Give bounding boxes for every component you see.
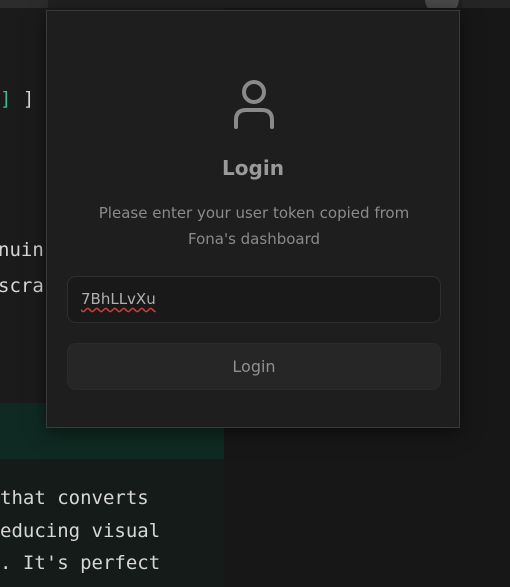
bg-code-line-3: scra [0,275,44,297]
bg-text-line-1: that converts [0,487,149,509]
login-button[interactable]: Login [67,343,441,390]
token-value: 7BhLLvXu [81,290,156,308]
popup-title: Login [222,156,284,180]
token-input[interactable]: 7BhLLvXu [67,276,441,323]
top-strip-right [462,0,510,8]
bg-text-line-3: . It's perfect [0,552,161,574]
popup-subtitle: Please enter your user token copied from… [98,204,410,248]
top-strip-left [0,0,48,8]
user-icon [234,80,274,129]
login-popup: Login Please enter your user token copie… [46,10,460,428]
bg-text-line-2: educing visual [0,520,161,542]
bg-code-line-2: nuin [0,239,44,261]
